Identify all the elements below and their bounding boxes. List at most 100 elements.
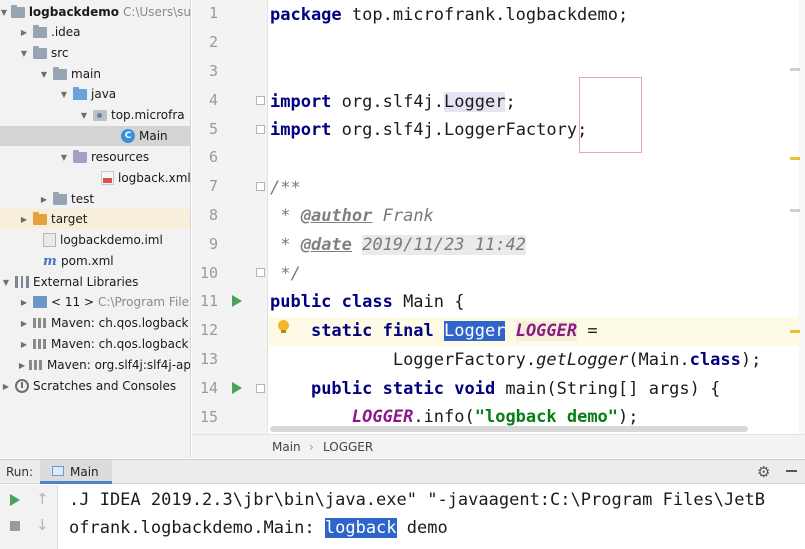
chevron-down-icon[interactable]: ▼ (58, 153, 70, 162)
project-tree: ▼ logbackdemo C:\Users\su ▶ .idea ▼ src … (0, 0, 191, 458)
chevron-down-icon[interactable]: ▼ (58, 90, 70, 99)
tree-item-label: Scratches and Consoles (33, 379, 177, 393)
line-number: 12 (199, 321, 218, 339)
tree-root-logbackdemo[interactable]: ▼ logbackdemo C:\Users\su (0, 2, 190, 22)
tree-item-idea[interactable]: ▶ .idea (0, 22, 190, 42)
tree-item-label: < 11 > (51, 295, 95, 309)
code-token: Main { (392, 292, 465, 312)
tree-item-label: logback.xml (118, 171, 191, 185)
tree-item-maven-lib[interactable]: ▶ Maven: ch.qos.logback (0, 334, 190, 354)
horizontal-scrollbar[interactable] (270, 426, 748, 432)
code-line-7: /** (270, 174, 301, 203)
chevron-right-icon[interactable]: ▶ (18, 340, 30, 349)
tree-item-label: Main (139, 129, 168, 143)
tree-item-java[interactable]: ▼ java (0, 84, 190, 104)
code-token: package (270, 5, 342, 25)
minimize-icon[interactable] (786, 470, 797, 472)
code-token: .info( (413, 407, 475, 427)
tree-item-package[interactable]: ▼ top.microfra (0, 105, 190, 125)
tree-item-main-class[interactable]: ▶ C Main (0, 126, 190, 146)
code-token: Frank (372, 206, 434, 226)
code-token: public static void (310, 379, 496, 399)
chevron-down-icon[interactable]: ▼ (0, 8, 8, 17)
chevron-right-icon[interactable]: ▶ (18, 298, 30, 307)
run-gutter-icon[interactable] (232, 382, 242, 394)
code-token: top.microfrank.logbackdemo; (341, 5, 629, 25)
chevron-right-icon[interactable]: ▶ (18, 319, 30, 328)
excluded-folder-icon (33, 211, 47, 225)
breadcrumb-item[interactable]: LOGGER (323, 440, 373, 454)
tree-item-maven-lib[interactable]: ▶ Maven: org.slf4j:slf4j-ap (0, 355, 191, 375)
tree-item-label: src (51, 46, 69, 60)
chevron-right-icon[interactable]: ▶ (0, 382, 12, 391)
folder-icon (53, 66, 67, 80)
error-stripe-mark[interactable] (790, 209, 800, 212)
stop-icon[interactable] (10, 521, 20, 531)
line-number: 4 (208, 91, 218, 109)
line-number: 9 (208, 235, 218, 253)
run-gutter-icon[interactable] (232, 295, 242, 307)
code-token: ; (505, 92, 516, 112)
warning-stripe-mark[interactable] (790, 330, 800, 333)
fold-icon[interactable] (256, 125, 265, 134)
library-icon (15, 276, 29, 288)
code-token: import (270, 92, 332, 112)
code-token: LOGGER (351, 407, 414, 427)
tree-item-label: Maven: org.slf4j:slf4j-ap (46, 358, 191, 372)
breadcrumb-item[interactable]: Main (272, 440, 301, 454)
code-token: * (270, 235, 301, 255)
warning-stripe-mark[interactable] (790, 157, 800, 160)
code-token: ); (618, 407, 639, 427)
maven-library-icon (33, 338, 47, 350)
run-tab-main[interactable]: Main (40, 460, 112, 484)
rerun-icon[interactable] (10, 494, 20, 506)
arrow-up-icon[interactable]: ↑ (36, 490, 49, 508)
folder-icon (10, 4, 25, 18)
breadcrumb-separator: › (309, 440, 314, 454)
chevron-right-icon[interactable]: ▶ (38, 195, 50, 204)
scratches-icon (15, 379, 29, 393)
code-token: LoggerFactory (444, 120, 578, 140)
chevron-down-icon[interactable]: ▼ (38, 70, 50, 79)
tree-item-pom[interactable]: ▶ m pom.xml (0, 251, 190, 271)
console-output[interactable]: .J IDEA 2019.2.3\jbr\bin\java.exe" "-jav… (59, 485, 805, 549)
chevron-right-icon[interactable]: ▶ (18, 28, 30, 37)
folder-icon (53, 191, 67, 205)
chevron-right-icon[interactable]: ▶ (18, 361, 26, 370)
tree-item-target[interactable]: ▶ target (0, 209, 190, 229)
tree-item-label: .idea (51, 25, 81, 39)
console-line: ofrank.logbackdemo.Main: logback demo (69, 514, 448, 542)
tree-item-logback-xml[interactable]: ▶ logback.xml (0, 168, 191, 188)
chevron-down-icon[interactable]: ▼ (78, 111, 90, 120)
class-icon: C (121, 129, 135, 143)
gear-icon[interactable]: ⚙ (757, 463, 770, 481)
tree-item-iml[interactable]: ▶ logbackdemo.iml (0, 230, 190, 250)
folder-icon (33, 45, 47, 59)
code-editor[interactable]: 1 2 3 4 5 6 7 8 9 10 11 12 13 14 15 pack… (192, 0, 805, 434)
tree-item-external-libraries[interactable]: ▼ External Libraries (0, 272, 190, 292)
tree-item-label: Maven: ch.qos.logback (51, 316, 189, 330)
chevron-down-icon[interactable]: ▼ (18, 49, 30, 58)
fold-icon[interactable] (256, 96, 265, 105)
code-line-1: package top.microfrank.logbackdemo; (270, 1, 628, 30)
code-token: public class (270, 292, 393, 312)
error-stripe-mark[interactable] (790, 68, 800, 71)
fold-icon[interactable] (256, 268, 265, 277)
tree-item-src[interactable]: ▼ src (0, 43, 190, 63)
chevron-down-icon[interactable]: ▼ (0, 278, 12, 287)
tree-item-resources[interactable]: ▼ resources (0, 147, 190, 167)
arrow-down-icon[interactable]: ↓ (36, 516, 49, 534)
tree-item-scratches[interactable]: ▶ Scratches and Consoles (0, 376, 190, 396)
code-line-11: public class Main { (270, 288, 464, 317)
fold-icon[interactable] (256, 182, 265, 191)
fold-icon[interactable] (256, 384, 265, 393)
tree-item-maven-lib[interactable]: ▶ Maven: ch.qos.logback (0, 313, 190, 333)
chevron-right-icon[interactable]: ▶ (18, 215, 30, 224)
tree-item-test[interactable]: ▶ test (0, 189, 190, 209)
console-selected-text: logback (324, 518, 397, 538)
tree-item-main[interactable]: ▼ main (0, 64, 190, 84)
editor-scrollbar[interactable] (799, 0, 805, 434)
tree-item-jdk[interactable]: ▶ < 11 > C:\Program File (0, 292, 190, 312)
